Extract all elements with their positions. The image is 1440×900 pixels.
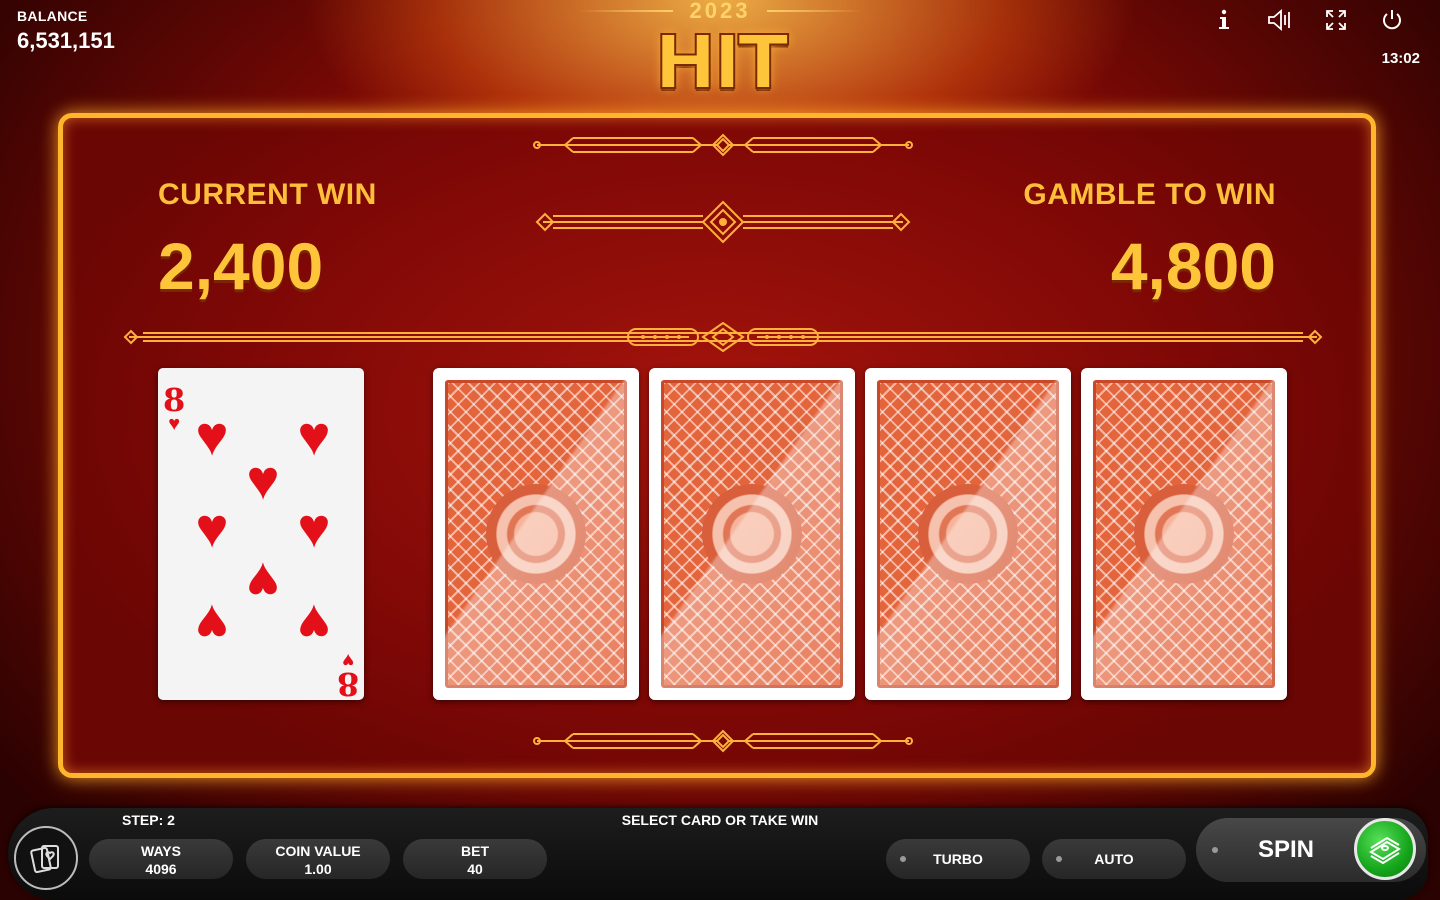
info-icon[interactable] xyxy=(1196,8,1252,32)
auto-toggle[interactable]: AUTO xyxy=(1042,839,1186,879)
spin-indicator xyxy=(1212,847,1218,853)
ways-value: 4096 xyxy=(145,861,177,877)
face-down-card-2[interactable] xyxy=(649,368,855,700)
bet-value: 40 xyxy=(467,861,483,877)
money-stack-icon xyxy=(1369,836,1401,864)
card-rank: 8 xyxy=(336,665,359,703)
card-gloss xyxy=(433,368,639,700)
balance-label: BALANCE xyxy=(17,8,88,24)
power-icon[interactable] xyxy=(1364,8,1420,32)
heart-icon: ♥ xyxy=(246,448,280,511)
heart-icon: ♥ xyxy=(246,551,280,614)
heart-icon: ♥ xyxy=(297,496,331,559)
fullscreen-icon[interactable] xyxy=(1308,8,1364,32)
current-win-label: CURRENT WIN xyxy=(158,178,377,211)
control-bar: STEP: 2 SELECT CARD OR TAKE WIN WAYS 409… xyxy=(0,808,1440,900)
card-corner: 8 ♥ xyxy=(163,381,186,434)
coin-value-label: COIN VALUE xyxy=(275,843,361,859)
sound-icon[interactable] xyxy=(1252,8,1308,32)
card-gloss xyxy=(1081,368,1287,700)
divider-ornament xyxy=(123,322,1323,352)
auto-label: AUTO xyxy=(1094,851,1134,867)
clock: 13:02 xyxy=(1381,50,1420,67)
face-down-card-1[interactable] xyxy=(433,368,639,700)
turbo-toggle[interactable]: TURBO xyxy=(886,839,1030,879)
toggle-indicator xyxy=(900,856,906,862)
spin-label: SPIN xyxy=(1258,836,1315,863)
gamble-to-win-label: GAMBLE TO WIN xyxy=(1023,178,1276,211)
card-gloss xyxy=(865,368,1071,700)
balance-display: BALANCE 6,531,151 xyxy=(17,8,115,54)
heart-icon: ♥ xyxy=(195,496,229,559)
collect-win-button[interactable] xyxy=(1354,818,1416,880)
face-down-card-4[interactable] xyxy=(1081,368,1287,700)
heart-icon: ♥ xyxy=(297,404,331,467)
ways-display: WAYS 4096 xyxy=(89,839,233,879)
gamble-cards-button[interactable] xyxy=(14,826,78,890)
top-ornament xyxy=(533,133,913,157)
top-toolbar xyxy=(1196,8,1420,32)
card-corner: 8 ♥ xyxy=(336,649,359,703)
bottom-ornament xyxy=(533,729,913,753)
dealer-card: 8 ♥ 8 ♥ ♥ ♥ ♥ ♥ ♥ ♥ ♥ ♥ xyxy=(158,368,364,703)
heart-icon: ♥ xyxy=(195,404,229,467)
status-message: SELECT CARD OR TAKE WIN xyxy=(621,812,819,828)
turbo-label: TURBO xyxy=(933,851,983,867)
card-gloss xyxy=(649,368,855,700)
center-ornament xyxy=(535,200,911,244)
heart-icon: ♥ xyxy=(297,593,331,656)
gamble-board: CURRENT WIN 2,400 GAMBLE TO WIN 4,800 8 … xyxy=(58,113,1376,778)
coin-value-button[interactable]: COIN VALUE 1.00 xyxy=(246,839,390,879)
toggle-indicator xyxy=(1056,856,1062,862)
coin-value-value: 1.00 xyxy=(304,861,332,877)
balance-value: 6,531,151 xyxy=(17,28,115,53)
step-indicator: STEP: 2 xyxy=(122,812,175,828)
game-logo: 2023 HIT SLOT xyxy=(570,0,870,193)
bet-label: BET xyxy=(461,843,489,859)
current-win-value: 2,400 xyxy=(158,229,324,303)
card-rank: 8 xyxy=(163,381,186,419)
gamble-to-win-value: 4,800 xyxy=(1110,229,1276,303)
ways-label: WAYS xyxy=(141,843,181,859)
logo-divider xyxy=(767,10,862,12)
bet-button[interactable]: BET 40 xyxy=(403,839,547,879)
face-down-card-3[interactable] xyxy=(865,368,1071,700)
heart-icon: ♥ xyxy=(195,593,229,656)
cards-icon xyxy=(30,845,59,874)
